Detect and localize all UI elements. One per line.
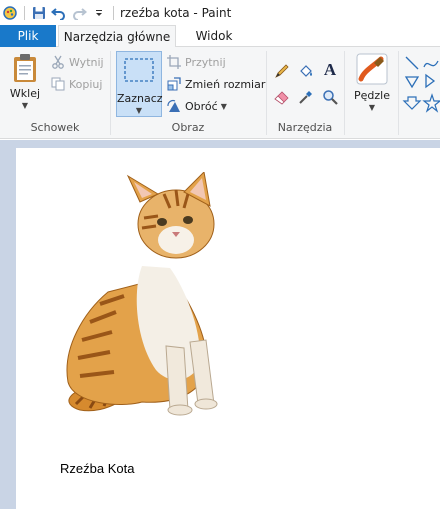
color-picker-icon[interactable] [296,87,316,107]
canvas-caption: Rzeźba Kota [60,461,135,476]
copy-label: Kopiuj [69,77,103,91]
chevron-down-icon: ▼ [135,106,143,115]
text-tool-icon[interactable]: A [320,60,340,80]
workspace: Rzeźba Kota [0,140,440,509]
resize-button[interactable]: Zmień rozmiar [166,75,265,93]
brushes-button[interactable]: Pędzle ▼ [350,53,394,112]
group-separator [344,51,345,135]
chevron-down-icon: ▼ [368,103,376,112]
save-icon[interactable] [29,3,49,23]
tools-group-label: Narzędzia [277,121,333,134]
resize-label: Zmień rozmiar [185,77,266,91]
crop-icon [166,54,182,70]
eraser-icon[interactable] [272,87,292,107]
brushes-label: Pędzle [354,89,390,102]
crop-label: Przytnij [185,55,226,69]
tab-file[interactable]: Plik [0,25,56,47]
tab-view[interactable]: Widok [190,25,238,47]
paste-button[interactable]: Wklej ▼ [6,53,44,110]
cut-label: Wytnij [69,55,104,69]
group-separator [398,51,399,135]
resize-icon [166,76,182,92]
ribbon-tabs: Plik Narzędzia główne Widok [0,25,440,48]
selection-rectangle-icon [124,58,154,82]
cut-button[interactable]: Wytnij [50,53,104,71]
fill-bucket-icon[interactable] [296,61,316,81]
rotate-label: Obróć [185,99,218,113]
scissors-icon [50,54,66,70]
paint-app-icon[interactable] [0,3,20,23]
quick-access-toolbar [0,0,118,25]
select-label: Zaznacz [117,92,163,105]
pencil-icon[interactable] [272,61,292,81]
crop-button[interactable]: Przytnij [166,53,226,71]
rotate-button[interactable]: Obróć ▼ [166,97,227,115]
redo-icon[interactable] [69,3,89,23]
rotate-icon [166,98,182,114]
clipboard-group-label: Schowek [30,121,80,134]
window-title: rzeźba kota - Paint [120,5,232,20]
customize-toolbar-icon[interactable] [89,3,109,23]
chevron-down-icon: ▼ [220,101,227,111]
tab-home[interactable]: Narzędzia główne [58,25,176,48]
clipboard-icon [14,54,36,82]
shapes-gallery[interactable] [402,53,440,113]
select-button[interactable]: Zaznacz ▼ [116,51,163,117]
brush-icon [356,53,388,85]
chevron-down-icon: ▼ [21,101,29,110]
magnifier-icon[interactable] [320,87,340,107]
image-group-label: Obraz [171,121,205,134]
undo-icon[interactable] [49,3,69,23]
cat-sculpture-image [24,170,250,422]
ribbon: Wklej ▼ Wytnij Kopiuj Schowek Zaznacz ▼ … [0,47,440,139]
separator [24,5,25,20]
separator [113,5,114,20]
title-bar: rzeźba kota - Paint [0,0,440,25]
drawing-canvas[interactable]: Rzeźba Kota [16,148,440,509]
paste-label: Wklej [9,87,41,100]
copy-button[interactable]: Kopiuj [50,75,102,93]
copy-icon [50,76,66,92]
